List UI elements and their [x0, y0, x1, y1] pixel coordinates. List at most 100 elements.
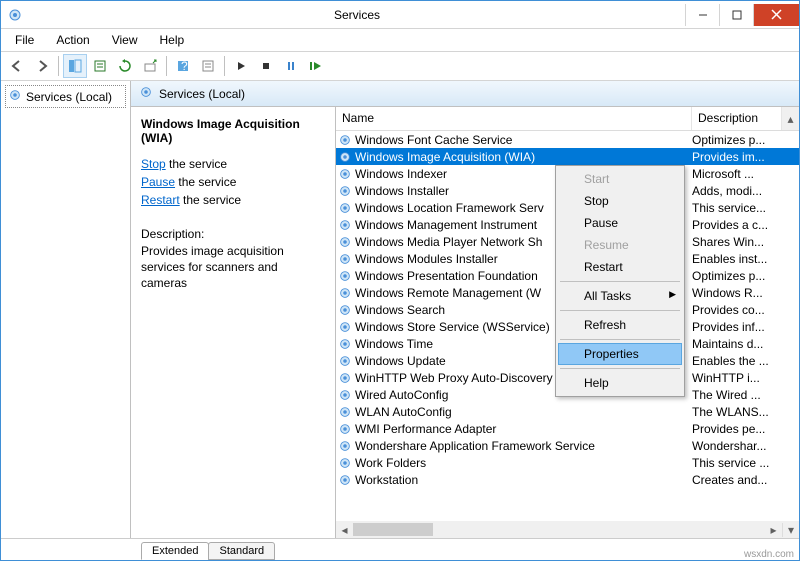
menu-separator [560, 368, 680, 369]
minimize-button[interactable] [685, 4, 719, 26]
context-menu: StartStopPauseResumeRestartAll Tasks▶Ref… [555, 165, 685, 397]
service-desc: Microsoft ... [692, 167, 782, 181]
service-desc: This service ... [692, 456, 782, 470]
menu-help[interactable]: Help [150, 31, 195, 49]
service-icon [338, 286, 352, 300]
service-icon [338, 167, 352, 181]
maximize-button[interactable] [719, 4, 753, 26]
tree-root-item[interactable]: Services (Local) [5, 85, 126, 108]
service-desc: Enables the ... [692, 354, 782, 368]
service-icon [338, 133, 352, 147]
menu-bar: File Action View Help [1, 29, 799, 51]
stop-link[interactable]: Stop [141, 157, 166, 171]
service-icon [338, 388, 352, 402]
service-icon [338, 303, 352, 317]
pause-link[interactable]: Pause [141, 175, 175, 189]
forward-button[interactable] [30, 54, 54, 78]
service-desc: Shares Win... [692, 235, 782, 249]
service-row[interactable]: WLAN AutoConfigThe WLANS... [336, 403, 799, 420]
service-desc: Optimizes p... [692, 269, 782, 283]
tab-standard[interactable]: Standard [208, 542, 275, 560]
menu-file[interactable]: File [5, 31, 44, 49]
submenu-arrow-icon: ▶ [669, 289, 676, 300]
ctx-properties[interactable]: Properties [558, 343, 682, 365]
stop-service-button[interactable] [254, 54, 278, 78]
scroll-up-button[interactable]: ▴ [782, 107, 799, 130]
service-row[interactable]: Work FoldersThis service ... [336, 454, 799, 471]
service-desc: The WLANS... [692, 405, 782, 419]
restart-link[interactable]: Restart [141, 193, 180, 207]
ctx-refresh[interactable]: Refresh [558, 314, 682, 336]
service-desc: Wondershar... [692, 439, 782, 453]
column-name[interactable]: Name [336, 107, 692, 130]
service-icon [338, 371, 352, 385]
export-button[interactable] [138, 54, 162, 78]
service-icon [338, 320, 352, 334]
service-row[interactable]: Windows Image Acquisition (WIA)Provides … [336, 148, 799, 165]
ctx-stop[interactable]: Stop [558, 190, 682, 212]
menu-separator [560, 310, 680, 311]
service-icon [338, 354, 352, 368]
service-icon [338, 405, 352, 419]
close-button[interactable] [753, 4, 799, 26]
tab-extended[interactable]: Extended [141, 542, 209, 560]
detail-body: Windows Image Acquisition (WIA) Stop the… [131, 107, 799, 538]
start-service-button[interactable] [229, 54, 253, 78]
scrollbar-track[interactable] [353, 521, 765, 538]
service-row[interactable]: Windows Font Cache ServiceOptimizes p... [336, 131, 799, 148]
service-icon [338, 473, 352, 487]
app-icon [7, 7, 23, 23]
ctx-start: Start [558, 168, 682, 190]
service-icon [338, 184, 352, 198]
service-row[interactable]: WMI Performance AdapterProvides pe... [336, 420, 799, 437]
ctx-pause[interactable]: Pause [558, 212, 682, 234]
service-name: WLAN AutoConfig [355, 405, 692, 419]
link-suffix: the service [175, 175, 236, 189]
menu-action[interactable]: Action [46, 31, 99, 49]
service-desc: Provides pe... [692, 422, 782, 436]
service-icon [338, 218, 352, 232]
service-name: Windows Font Cache Service [355, 133, 692, 147]
detail-header: Services (Local) [131, 81, 799, 107]
service-icon [338, 422, 352, 436]
service-icon [338, 456, 352, 470]
link-suffix: the service [180, 193, 241, 207]
scroll-down-button[interactable]: ▾ [782, 523, 799, 537]
help-button[interactable]: ? [171, 54, 195, 78]
list-header: Name Description ▴ [336, 107, 799, 131]
service-icon [338, 269, 352, 283]
description-text: Provides image acquisition services for … [141, 243, 325, 292]
export-list-button[interactable] [88, 54, 112, 78]
scroll-left-button[interactable]: ◂ [336, 523, 353, 537]
service-row[interactable]: WorkstationCreates and... [336, 471, 799, 488]
menu-view[interactable]: View [102, 31, 148, 49]
ctx-help[interactable]: Help [558, 372, 682, 394]
service-icon [338, 252, 352, 266]
link-suffix: the service [166, 157, 227, 171]
service-name: Windows Image Acquisition (WIA) [355, 150, 692, 164]
window-controls [685, 4, 799, 26]
restart-service-button[interactable] [304, 54, 328, 78]
service-row[interactable]: Wondershare Application Framework Servic… [336, 437, 799, 454]
service-desc: This service... [692, 201, 782, 215]
show-hide-tree-button[interactable] [63, 54, 87, 78]
scroll-right-button[interactable]: ▸ [765, 523, 782, 537]
title-bar: Services [1, 1, 799, 29]
ctx-restart[interactable]: Restart [558, 256, 682, 278]
service-desc: Adds, modi... [692, 184, 782, 198]
back-button[interactable] [5, 54, 29, 78]
tree-root-label: Services (Local) [26, 90, 112, 104]
service-desc: Provides im... [692, 150, 782, 164]
ctx-all-tasks[interactable]: All Tasks▶ [558, 285, 682, 307]
horizontal-scrollbar[interactable]: ◂ ▸ ▾ [336, 521, 799, 538]
scrollbar-thumb[interactable] [353, 523, 433, 536]
service-icon [338, 439, 352, 453]
service-desc: Maintains d... [692, 337, 782, 351]
properties-button[interactable] [196, 54, 220, 78]
refresh-button[interactable] [113, 54, 137, 78]
services-icon [8, 88, 22, 105]
description-label: Description: [141, 227, 325, 241]
column-description[interactable]: Description [692, 107, 782, 130]
pause-service-button[interactable] [279, 54, 303, 78]
service-name: WMI Performance Adapter [355, 422, 692, 436]
